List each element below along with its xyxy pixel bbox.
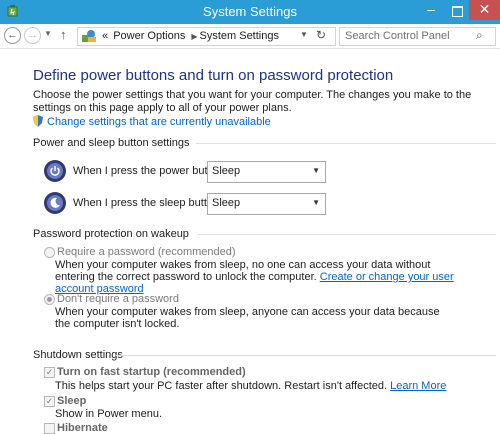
fast-startup-desc-text: This helps start your PC faster after sh…: [55, 380, 388, 392]
divider: [116, 355, 496, 356]
chevron-down-icon: ▼: [312, 166, 320, 175]
power-section-heading: Power and sleep button settings: [33, 137, 496, 149]
recent-locations-dropdown[interactable]: ▼: [44, 29, 52, 38]
require-password-description: When your computer wakes from sleep, no …: [55, 259, 455, 295]
breadcrumb-overflow[interactable]: «: [102, 30, 108, 42]
title-bar: System Settings – ✕: [0, 0, 500, 24]
sleep-description: Show in Power menu.: [55, 408, 162, 420]
power-button-select[interactable]: Sleep ▼: [207, 161, 326, 183]
power-button-icon: [44, 160, 66, 182]
sleep-button-select[interactable]: Sleep ▼: [207, 193, 326, 215]
chevron-down-icon[interactable]: ▼: [300, 30, 308, 39]
change-settings-label[interactable]: Change settings that are currently unava…: [47, 116, 271, 128]
change-settings-link[interactable]: Change settings that are currently unava…: [33, 115, 271, 128]
require-password-radio[interactable]: [44, 247, 55, 258]
breadcrumb-power-options[interactable]: Power Options: [113, 30, 185, 42]
power-section-heading-text: Power and sleep button settings: [33, 137, 190, 149]
page-description: Choose the power settings that you want …: [33, 89, 472, 114]
no-password-label: Don't require a password: [57, 293, 179, 305]
control-panel-icon: [82, 30, 96, 42]
refresh-button[interactable]: ↻: [316, 28, 326, 42]
main-content: Define power buttons and turn on passwor…: [0, 49, 500, 434]
password-section-heading-text: Password protection on wakeup: [33, 228, 189, 240]
sleep-checkbox[interactable]: ✓: [44, 396, 55, 407]
back-button[interactable]: ←: [4, 27, 21, 44]
breadcrumb-system-settings[interactable]: System Settings: [200, 30, 279, 42]
maximize-icon: [452, 6, 463, 17]
search-input[interactable]: Search Control Panel: [345, 30, 450, 42]
fast-startup-label: Turn on fast startup (recommended): [57, 366, 246, 378]
uac-shield-icon: [33, 115, 43, 127]
maximize-button[interactable]: [446, 0, 468, 22]
divider: [198, 234, 496, 235]
hibernate-label: Hibernate: [57, 422, 108, 434]
require-password-label: Require a password (recommended): [57, 246, 236, 258]
shutdown-section-heading: Shutdown settings: [33, 349, 496, 361]
close-button[interactable]: ✕: [469, 0, 500, 20]
navigation-bar: ← → ▼ ↑ « Power Options ▶ System Settings …: [0, 24, 500, 49]
breadcrumb: « Power Options ▶ System Settings: [102, 30, 281, 42]
fast-startup-description: This helps start your PC faster after sh…: [55, 380, 446, 392]
search-icon[interactable]: ⌕: [476, 28, 483, 43]
no-password-radio[interactable]: [44, 294, 55, 305]
fast-startup-checkbox[interactable]: ✓: [44, 367, 55, 378]
up-button[interactable]: ↑: [60, 27, 67, 42]
power-button-label: When I press the power button:: [73, 165, 226, 177]
power-button-value: Sleep: [212, 165, 241, 177]
sleep-button-icon: [44, 192, 66, 214]
learn-more-link[interactable]: Learn More: [390, 380, 446, 392]
no-password-description: When your computer wakes from sleep, any…: [55, 306, 440, 330]
minimize-button[interactable]: –: [418, 0, 444, 22]
page-title: Define power buttons and turn on passwor…: [33, 67, 394, 84]
chevron-right-icon: ▶: [191, 32, 198, 41]
forward-button[interactable]: →: [24, 27, 41, 44]
sleep-button-label: When I press the sleep button:: [73, 197, 223, 209]
sleep-button-value: Sleep: [212, 197, 241, 209]
password-section-heading: Password protection on wakeup: [33, 228, 496, 240]
search-box[interactable]: Search Control Panel ⌕: [339, 27, 496, 46]
address-bar[interactable]: « Power Options ▶ System Settings ▼ ↻: [77, 27, 336, 46]
divider: [196, 143, 496, 144]
shutdown-section-heading-text: Shutdown settings: [33, 349, 123, 361]
sleep-label: Sleep: [57, 395, 87, 407]
chevron-down-icon: ▼: [312, 198, 320, 207]
